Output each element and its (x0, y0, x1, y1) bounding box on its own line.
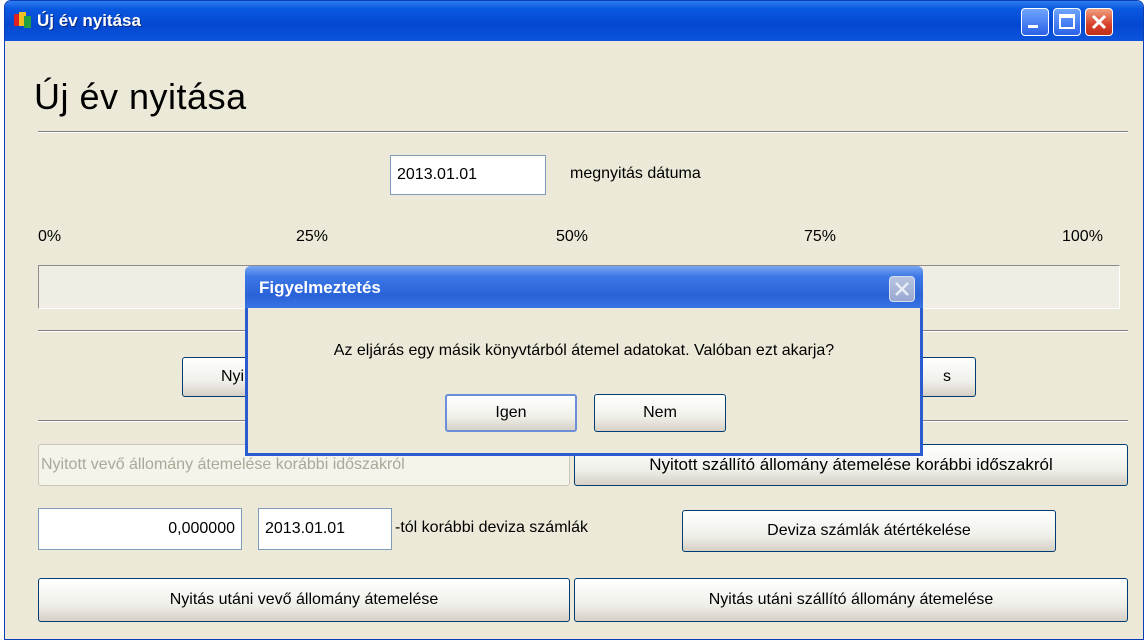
maximize-button[interactable] (1053, 8, 1081, 36)
minimize-button[interactable] (1021, 8, 1049, 36)
progress-scale-100: 100% (1062, 228, 1103, 245)
currency-revaluation-button[interactable]: Deviza számlák átértékelése (682, 510, 1056, 552)
app-icon (13, 12, 33, 30)
currency-amount-field[interactable]: 0,000000 (38, 508, 242, 550)
after-opening-customer-button[interactable]: Nyitás utáni vevő állomány átemelése (38, 578, 570, 622)
opening-date-label: megnyitás dátuma (570, 165, 701, 182)
dialog-message: Az eljárás egy másik könyvtárból átemel … (333, 342, 835, 359)
currency-date-field[interactable]: 2013.01.01 (258, 508, 392, 550)
window-title: Új év nyitása (37, 11, 141, 30)
progress-scale-50: 50% (556, 228, 589, 245)
after-opening-supplier-button[interactable]: Nyitás utáni szállító állomány átemelése (574, 578, 1128, 622)
opening-date-field[interactable]: 2013.01.01 (390, 155, 546, 195)
close-button[interactable] (1085, 8, 1113, 36)
currency-date-label: -tól korábbi deviza számlák (395, 519, 588, 536)
progress-scale-75: 75% (804, 228, 837, 245)
dialog-no-button[interactable]: Nem (594, 394, 726, 432)
progress-scale-25: 25% (296, 228, 329, 245)
page-title: Új év nyitása (34, 76, 247, 117)
dialog-close-button[interactable] (889, 276, 915, 302)
dialog-title-bar[interactable]: Figyelmeztetés (245, 266, 923, 308)
warning-dialog: Figyelmeztetés Az eljárás egy másik köny… (245, 266, 923, 456)
dialog-yes-button[interactable]: Igen (445, 394, 577, 432)
title-bar[interactable]: Új év nyitása (5, 1, 1143, 41)
dialog-title: Figyelmeztetés (259, 278, 381, 297)
close-icon (895, 282, 909, 296)
divider-top (38, 131, 1128, 133)
progress-scale-0: 0% (38, 228, 62, 245)
